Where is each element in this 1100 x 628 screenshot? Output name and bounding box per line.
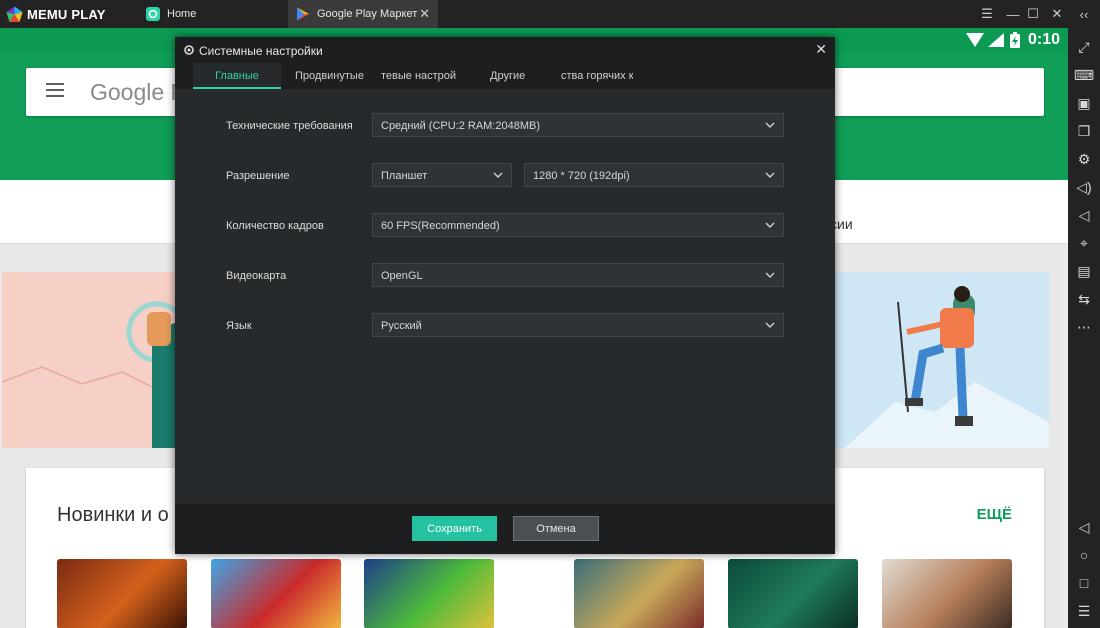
hamburger-icon[interactable]	[46, 83, 64, 97]
volume-up-icon[interactable]: ◁)	[1075, 178, 1093, 196]
emulator-window: MEMU PLAY Home Google Play Маркет ✕ ☰ — …	[0, 0, 1100, 628]
wifi-icon	[965, 33, 984, 47]
close-icon[interactable]: ✕	[1045, 0, 1069, 28]
multi-window-icon[interactable]: ❐	[1075, 122, 1093, 140]
recent-apps-icon[interactable]: □	[1075, 574, 1093, 592]
tab-home-label: Home	[167, 8, 197, 20]
chevron-down-icon	[765, 272, 775, 278]
graphics-label: Видеокарта	[226, 270, 287, 282]
app-thumbnail[interactable]	[57, 559, 187, 628]
tab-google-play-label: Google Play Маркет	[317, 8, 418, 20]
memu-logo-icon	[6, 6, 23, 22]
hiker-illustration	[845, 286, 1049, 448]
app-thumbnail[interactable]	[882, 559, 1012, 628]
more-icon[interactable]: ⋯	[1075, 318, 1093, 336]
banner-illustration	[2, 301, 177, 448]
app-name: MEMU PLAY	[27, 6, 106, 22]
tab-close-icon[interactable]: ✕	[419, 7, 430, 21]
home-app-icon	[146, 7, 160, 21]
tab-home[interactable]: Home	[138, 0, 286, 28]
promo-banner-right[interactable]	[835, 272, 1049, 448]
more-link[interactable]: ЕЩЁ	[977, 506, 1012, 523]
dialog-header: Системные настройки ✕	[175, 37, 835, 63]
chevron-down-icon	[765, 172, 775, 178]
menu-icon[interactable]: ☰	[975, 0, 999, 28]
dialog-tabs: Главные Продвинутые тевые настрой Другие…	[175, 63, 835, 89]
dialog-footer: Сохранить Отмена	[175, 504, 835, 554]
app-thumbnail[interactable]	[364, 559, 494, 628]
resolution-label: Разрешение	[226, 170, 290, 182]
status-clock: 0:10	[1027, 31, 1060, 48]
title-bar: MEMU PLAY Home Google Play Маркет ✕ ☰ — …	[0, 0, 1100, 28]
fullscreen-icon[interactable]: ⤢	[1075, 38, 1093, 56]
tab-network[interactable]: тевые настрой	[381, 63, 461, 89]
tab-google-play[interactable]: Google Play Маркет ✕	[288, 0, 438, 28]
app-thumbnail[interactable]	[211, 559, 341, 628]
language-label: Язык	[226, 320, 252, 332]
battery-icon	[1009, 32, 1020, 48]
resolution-select[interactable]: 1280 * 720 (192dpi)	[524, 163, 784, 187]
maximize-icon[interactable]: ☐	[1021, 0, 1045, 28]
signal-icon	[987, 33, 1004, 47]
fps-label: Количество кадров	[226, 220, 324, 232]
dialog-close-icon[interactable]: ✕	[815, 42, 827, 56]
tab-hotkeys[interactable]: ства горячих кл	[561, 63, 633, 89]
app-thumbnail[interactable]	[728, 559, 858, 628]
performance-label: Технические требования	[226, 120, 353, 132]
location-icon[interactable]: ⌖	[1075, 234, 1093, 252]
graphics-select[interactable]: OpenGL	[372, 263, 784, 287]
tab-other[interactable]: Другие	[490, 63, 540, 89]
promo-banner-left[interactable]	[2, 272, 177, 448]
folder-icon[interactable]: ▤	[1075, 262, 1093, 280]
screenshot-icon[interactable]: ▣	[1075, 94, 1093, 112]
play-store-icon	[297, 7, 309, 21]
status-indicators: 0:10	[965, 30, 1060, 50]
google-play-logo: Google P	[90, 79, 186, 105]
collapse-sidebar-icon[interactable]: ‹‹	[1072, 0, 1096, 28]
chevron-down-icon	[765, 322, 775, 328]
gear-icon	[184, 45, 194, 55]
dialog-title: Системные настройки	[199, 44, 323, 58]
tab-general[interactable]: Главные	[193, 63, 281, 89]
home-icon[interactable]: ○	[1075, 546, 1093, 564]
keyboard-icon[interactable]: ⌨	[1074, 66, 1094, 84]
app-thumbnail[interactable]	[574, 559, 704, 628]
back-icon[interactable]: ◁	[1075, 518, 1093, 536]
chevron-down-icon	[765, 222, 775, 228]
volume-down-icon[interactable]: ◁	[1075, 206, 1093, 224]
emulator-sidebar: ⤢ ⌨ ▣ ❐ ⚙ ◁) ◁ ⌖ ▤ ⇆ ⋯ ◁ ○ □ ☰	[1068, 28, 1100, 628]
performance-select[interactable]: Средний (CPU:2 RAM:2048MB)	[372, 113, 784, 137]
list-icon[interactable]: ☰	[1075, 602, 1093, 620]
chevron-down-icon	[493, 172, 503, 178]
language-select[interactable]: Русский	[372, 313, 784, 337]
resolution-mode-select[interactable]: Планшет	[372, 163, 512, 187]
memu-logo: MEMU PLAY	[6, 5, 106, 23]
system-settings-dialog: Системные настройки ✕ Главные Продвинуты…	[175, 37, 835, 554]
cancel-button[interactable]: Отмена	[513, 516, 599, 541]
sync-icon[interactable]: ⇆	[1075, 290, 1093, 308]
section-title: Новинки и о	[57, 504, 169, 526]
tab-advanced[interactable]: Продвинутые	[295, 63, 365, 89]
fps-select[interactable]: 60 FPS(Recommended)	[372, 213, 784, 237]
settings-gear-icon[interactable]: ⚙	[1075, 150, 1093, 168]
chevron-down-icon	[765, 122, 775, 128]
save-button[interactable]: Сохранить	[412, 516, 497, 541]
